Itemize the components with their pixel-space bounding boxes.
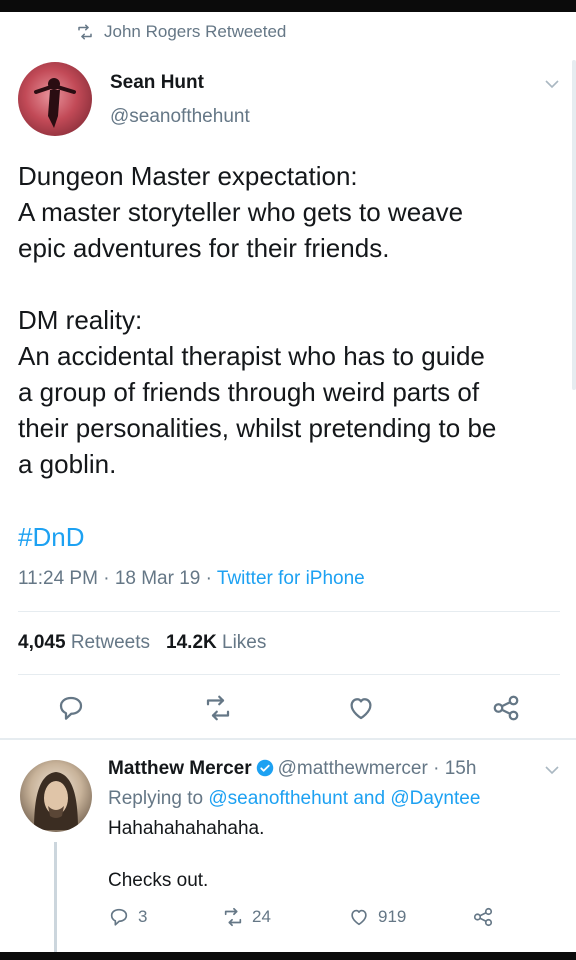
share-icon[interactable] <box>491 693 521 723</box>
retweet-icon <box>224 907 242 927</box>
tweet-date: 18 Mar 19 <box>114 568 201 589</box>
reply-text: Hahahahahahaha. <box>108 818 265 839</box>
retweet-context-text: John Rogers Retweeted <box>104 22 287 41</box>
divider <box>18 611 560 612</box>
heart-icon <box>351 909 367 926</box>
retweet-icon[interactable] <box>203 693 233 723</box>
reply-retweet-button[interactable]: 24 <box>222 906 271 928</box>
avatar-image <box>34 78 76 128</box>
reply-share-button[interactable] <box>472 906 494 928</box>
hashtag-link[interactable]: #DnD <box>18 522 84 553</box>
tweet-line: An accidental therapist who has to guide <box>18 341 485 371</box>
tweet-line: a goblin. <box>18 449 117 479</box>
navigation-bar <box>0 952 576 960</box>
reply-text: Checks out. <box>108 870 209 891</box>
retweet-label: Retweets <box>70 632 151 653</box>
meta-separator: · <box>205 568 212 589</box>
chevron-down-icon[interactable] <box>544 76 560 92</box>
replying-prefix: Replying to <box>108 788 204 809</box>
reply-author-handle[interactable]: @matthewmercer <box>278 758 428 779</box>
tweet-text: Dungeon Master expectation: A master sto… <box>18 158 563 482</box>
tweet-line: their personalities, whilst pretending t… <box>18 413 497 443</box>
thread-line <box>54 842 57 952</box>
reply-age: 15h <box>444 758 477 779</box>
divider <box>18 674 560 675</box>
meta-separator: · <box>433 758 440 779</box>
status-bar <box>0 0 576 12</box>
divider <box>0 738 576 740</box>
tweet-line: Dungeon Master expectation: <box>18 161 358 191</box>
author-name[interactable]: Sean Hunt <box>110 72 204 94</box>
retweet-count: 4,045 <box>18 632 66 653</box>
reply-header: Matthew Mercer @matthewmercer · 15h <box>108 758 476 780</box>
engagement-stats: 4,045 Retweets 14.2K Likes <box>18 632 266 654</box>
reply-author-name[interactable]: Matthew Mercer <box>108 758 252 779</box>
meta-separator: · <box>103 568 110 589</box>
tweet-meta: 11:24 PM · 18 Mar 19 · Twitter for iPhon… <box>18 568 365 590</box>
replying-and: and <box>353 788 386 809</box>
replying-user-link[interactable]: @Dayntee <box>390 788 480 809</box>
verified-badge-icon <box>256 759 273 777</box>
scrollbar[interactable] <box>572 60 576 390</box>
share-icon <box>473 907 493 927</box>
like-count: 14.2K <box>166 632 217 653</box>
tweet-line: A master storyteller who gets to weave <box>18 197 464 227</box>
reply-reply-button[interactable]: 3 <box>108 906 147 928</box>
reply-actions: 3 24 919 <box>108 906 548 932</box>
reply-avatar[interactable] <box>20 760 92 832</box>
tweet-line: DM reality: <box>18 305 143 335</box>
like-label: Likes <box>222 632 267 653</box>
reply-like-button[interactable]: 919 <box>348 906 406 928</box>
author-handle[interactable]: @seanofthehunt <box>110 106 250 128</box>
replying-to: Replying to @seanofthehunt and @Dayntee <box>108 788 480 810</box>
tweet-source-link[interactable]: Twitter for iPhone <box>217 568 365 589</box>
replying-user-link[interactable]: @seanofthehunt <box>208 788 348 809</box>
tweet-line: a group of friends through weird parts o… <box>18 377 480 407</box>
likes-stat[interactable]: 14.2K Likes <box>166 632 266 653</box>
tweet-line: epic adventures for their friends. <box>18 233 390 263</box>
reply-icon[interactable] <box>56 693 86 723</box>
retweet-icon <box>78 24 92 40</box>
heart-icon[interactable] <box>346 693 376 723</box>
reply-like-count: 919 <box>378 907 407 926</box>
retweet-context[interactable]: John Rogers Retweeted <box>76 22 286 42</box>
chevron-down-icon[interactable] <box>544 762 560 778</box>
reply-reply-count: 3 <box>138 907 148 926</box>
reply-retweet-count: 24 <box>252 907 271 926</box>
reply-icon <box>110 908 128 926</box>
tweet-time: 11:24 PM <box>18 568 98 589</box>
reply-avatar-image <box>34 772 78 830</box>
avatar[interactable] <box>18 62 92 136</box>
retweets-stat[interactable]: 4,045 Retweets <box>18 632 150 653</box>
